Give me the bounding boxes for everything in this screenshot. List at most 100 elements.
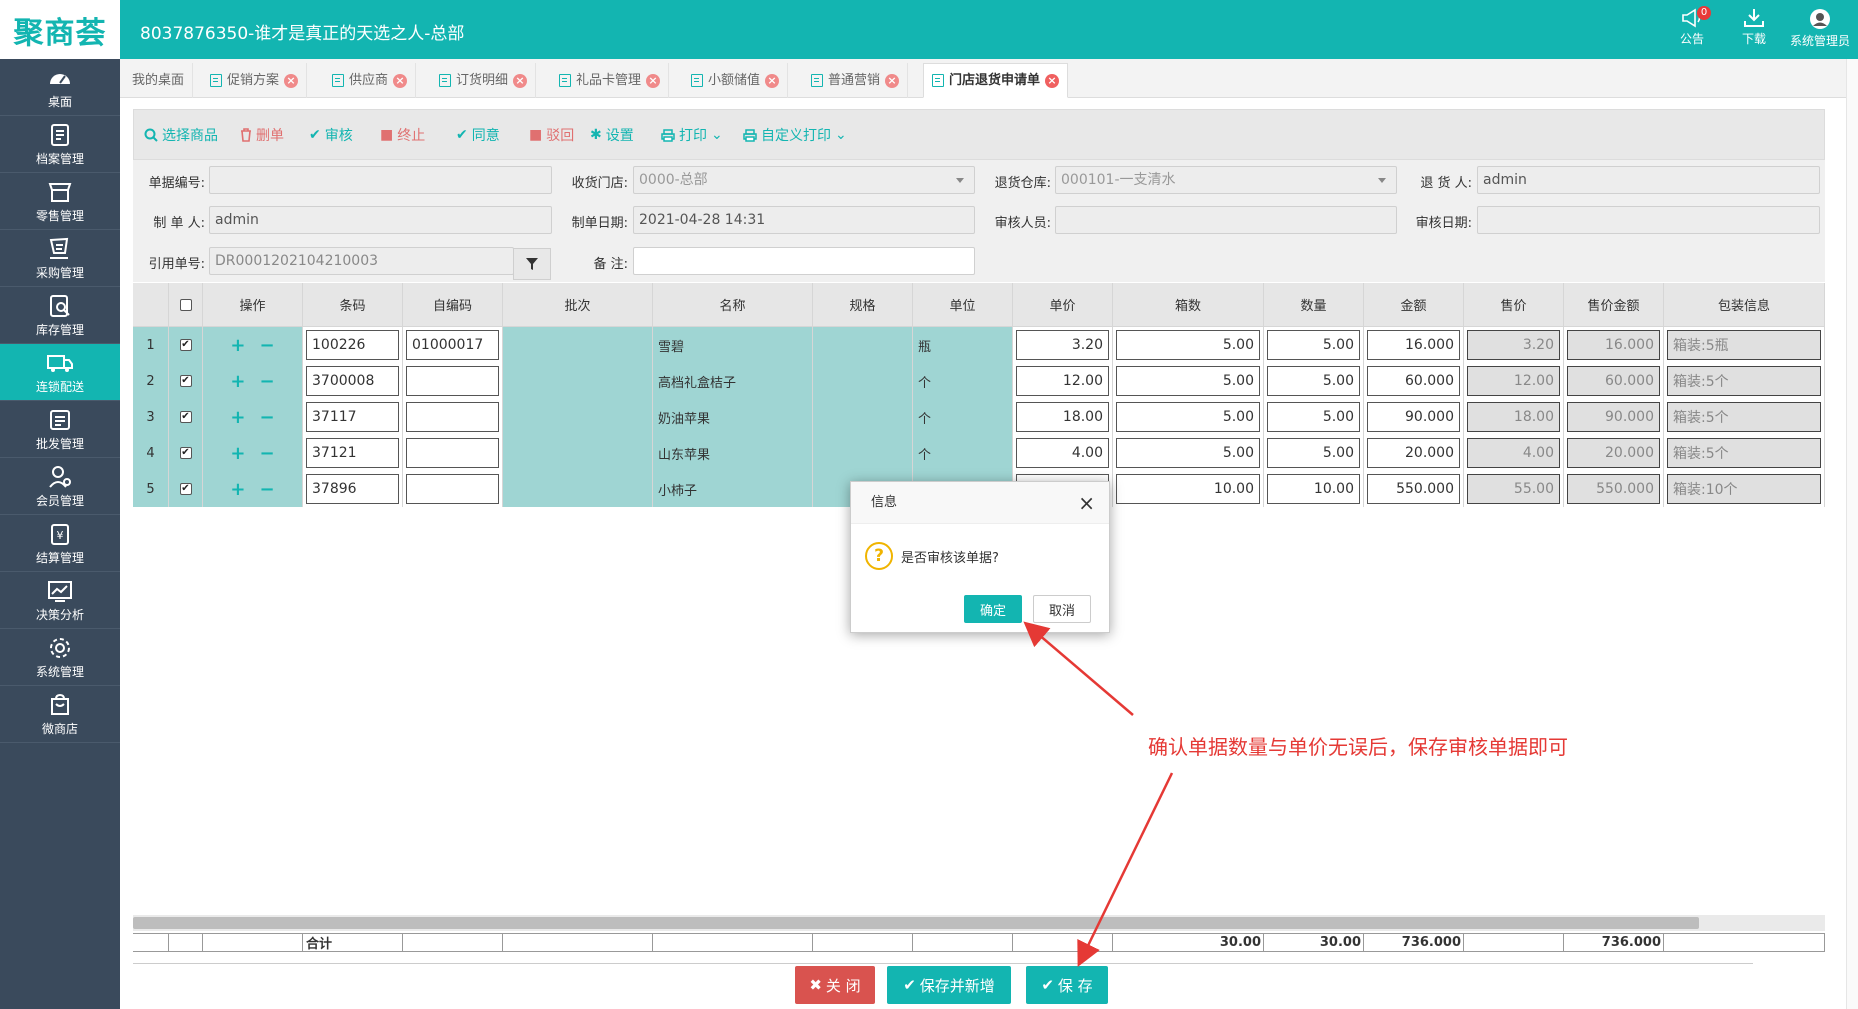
- scrollbar-thumb[interactable]: [133, 917, 1699, 929]
- amount-input[interactable]: 20.000: [1367, 438, 1460, 468]
- barcode-input[interactable]: 37896: [306, 474, 399, 504]
- minus-icon[interactable]: −: [260, 371, 275, 392]
- row-checkbox[interactable]: ✔: [169, 327, 203, 363]
- barcode-cell[interactable]: 37117: [303, 399, 403, 435]
- reject-button[interactable]: ■ 驳回: [529, 125, 574, 145]
- boxes-cell[interactable]: 5.00: [1113, 363, 1264, 399]
- tab-marketing[interactable]: 普通营销 ×: [803, 63, 909, 98]
- user-menu[interactable]: 系统管理员: [1786, 8, 1854, 49]
- selfcode-input[interactable]: [406, 366, 499, 396]
- delete-button[interactable]: 删单: [240, 125, 284, 145]
- close-icon[interactable]: ×: [393, 73, 408, 88]
- minus-icon[interactable]: −: [260, 407, 275, 428]
- boxes-cell[interactable]: 5.00: [1113, 327, 1264, 363]
- selfcode-input[interactable]: [406, 474, 499, 504]
- minus-icon[interactable]: −: [260, 335, 275, 356]
- amount-input[interactable]: 16.000: [1367, 330, 1460, 360]
- price-cell[interactable]: 12.00: [1013, 363, 1113, 399]
- plus-icon[interactable]: +: [230, 407, 245, 428]
- selfcode-input[interactable]: [406, 438, 499, 468]
- notice-button[interactable]: 0 公告: [1667, 6, 1717, 47]
- row-checkbox[interactable]: ✔: [169, 435, 203, 471]
- sidebar-item-archive[interactable]: 档案管理: [0, 116, 120, 173]
- terminate-button[interactable]: ■ 终止: [380, 125, 425, 145]
- barcode-input[interactable]: 37121: [306, 438, 399, 468]
- amount-cell[interactable]: 90.000: [1364, 399, 1464, 435]
- close-icon[interactable]: ×: [284, 73, 299, 88]
- plus-icon[interactable]: +: [230, 335, 245, 356]
- audit-button[interactable]: ✔ 审核: [309, 125, 353, 145]
- table-row[interactable]: 4 ✔ + − 37121 山东苹果 个 4.00 5.00 5.00 20.00…: [133, 435, 1825, 471]
- selfcode-cell[interactable]: [403, 363, 503, 399]
- minus-icon[interactable]: −: [260, 443, 275, 464]
- selfcode-cell[interactable]: [403, 471, 503, 507]
- save-button[interactable]: ✔ 保 存: [1026, 966, 1108, 1004]
- tab-store-return[interactable]: 门店退货申请单 ×: [923, 63, 1069, 98]
- tab-my-desktop[interactable]: 我的桌面: [124, 63, 194, 98]
- plus-icon[interactable]: +: [230, 443, 245, 464]
- dialog-cancel-button[interactable]: 取消: [1033, 595, 1091, 623]
- close-icon[interactable]: ×: [646, 73, 661, 88]
- sidebar-item-analysis[interactable]: 决策分析: [0, 572, 120, 629]
- returner-field[interactable]: admin: [1477, 166, 1820, 194]
- close-icon[interactable]: ×: [765, 73, 780, 88]
- boxes-input[interactable]: 5.00: [1116, 366, 1260, 396]
- custom-print-dropdown[interactable]: 自定义打印 ⌄: [743, 125, 847, 145]
- table-row[interactable]: 3 ✔ + − 37117 奶油苹果 个 18.00 5.00 5.00 90.0…: [133, 399, 1825, 435]
- tab-supplier[interactable]: 供应商 ×: [324, 63, 417, 98]
- save-and-new-button[interactable]: ✔ 保存并新增: [887, 966, 1011, 1004]
- qty-cell[interactable]: 5.00: [1264, 363, 1364, 399]
- right-scroll-rail[interactable]: [1846, 59, 1858, 1009]
- amount-cell[interactable]: 550.000: [1364, 471, 1464, 507]
- barcode-input[interactable]: 100226: [306, 330, 399, 360]
- sidebar-item-system[interactable]: 系统管理: [0, 629, 120, 686]
- row-checkbox[interactable]: ✔: [169, 399, 203, 435]
- barcode-cell[interactable]: 37896: [303, 471, 403, 507]
- doc-no-field[interactable]: [209, 166, 552, 194]
- table-row[interactable]: 2 ✔ + − 3700008 高档礼盒桔子 个 12.00 5.00 5.00 …: [133, 363, 1825, 399]
- qty-input[interactable]: 5.00: [1267, 366, 1360, 396]
- boxes-input[interactable]: 5.00: [1116, 330, 1260, 360]
- sidebar-item-inventory[interactable]: 库存管理: [0, 287, 120, 344]
- selfcode-input[interactable]: [406, 402, 499, 432]
- agree-button[interactable]: ✔ 同意: [456, 125, 500, 145]
- plus-icon[interactable]: +: [230, 479, 245, 500]
- sidebar-item-delivery[interactable]: 连锁配送: [0, 344, 120, 401]
- barcode-cell[interactable]: 100226: [303, 327, 403, 363]
- ref-no-field[interactable]: DR0001202104210003: [209, 247, 514, 275]
- audit-date-field[interactable]: [1477, 206, 1820, 234]
- qty-input[interactable]: 10.00: [1267, 474, 1360, 504]
- settings-button[interactable]: ✱ 设置: [590, 125, 634, 145]
- price-input[interactable]: 18.00: [1016, 402, 1109, 432]
- price-input[interactable]: 3.20: [1016, 330, 1109, 360]
- close-icon[interactable]: ×: [885, 73, 900, 88]
- plus-icon[interactable]: +: [230, 371, 245, 392]
- barcode-input[interactable]: 3700008: [306, 366, 399, 396]
- sidebar-item-desktop[interactable]: 桌面: [0, 59, 120, 116]
- row-checkbox[interactable]: ✔: [169, 363, 203, 399]
- price-input[interactable]: 4.00: [1016, 438, 1109, 468]
- price-cell[interactable]: 4.00: [1013, 435, 1113, 471]
- remark-field[interactable]: [633, 247, 975, 275]
- selfcode-cell[interactable]: [403, 435, 503, 471]
- close-icon[interactable]: ×: [513, 73, 528, 88]
- amount-cell[interactable]: 16.000: [1364, 327, 1464, 363]
- price-cell[interactable]: 18.00: [1013, 399, 1113, 435]
- amount-input[interactable]: 60.000: [1367, 366, 1460, 396]
- print-dropdown[interactable]: 打印 ⌄: [661, 125, 723, 145]
- selfcode-cell[interactable]: [403, 399, 503, 435]
- selfcode-input[interactable]: 01000017: [406, 330, 499, 360]
- boxes-input[interactable]: 5.00: [1116, 402, 1260, 432]
- barcode-cell[interactable]: 37121: [303, 435, 403, 471]
- tab-small-deposit[interactable]: 小额储值 ×: [683, 63, 789, 98]
- boxes-input[interactable]: 10.00: [1116, 474, 1260, 504]
- sidebar-item-member[interactable]: 会员管理: [0, 458, 120, 515]
- qty-cell[interactable]: 5.00: [1264, 327, 1364, 363]
- qty-input[interactable]: 5.00: [1267, 330, 1360, 360]
- row-checkbox[interactable]: ✔: [169, 471, 203, 507]
- sidebar-item-purchase[interactable]: 采购管理: [0, 230, 120, 287]
- dialog-ok-button[interactable]: 确定: [964, 595, 1022, 623]
- barcode-cell[interactable]: 3700008: [303, 363, 403, 399]
- qty-input[interactable]: 5.00: [1267, 438, 1360, 468]
- sidebar-item-settlement[interactable]: ¥ 结算管理: [0, 515, 120, 572]
